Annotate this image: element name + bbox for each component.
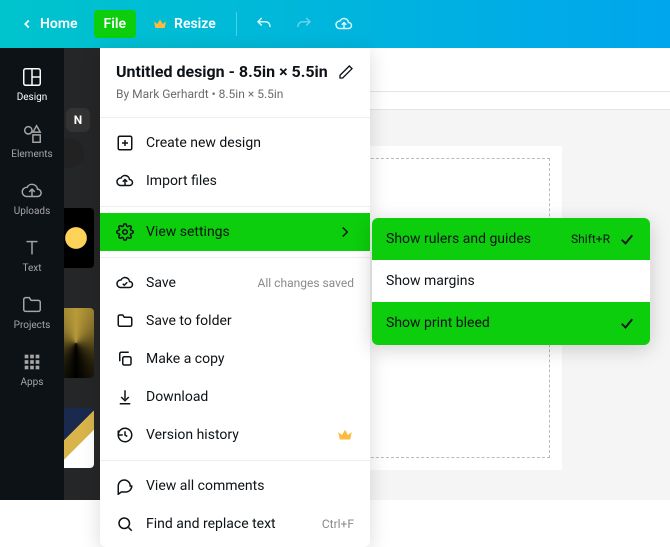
keyboard-shortcut: Ctrl+F [322,517,354,531]
rail-text[interactable]: Text [0,227,64,284]
home-label: Home [40,16,78,32]
cloud-icon [335,15,353,33]
comment-icon [116,477,134,495]
menu-label: Create new design [146,135,261,151]
thumb[interactable] [64,408,94,468]
pencil-icon[interactable] [338,64,354,80]
rail-label: Design [17,92,48,103]
menu-download[interactable]: Download [100,378,370,416]
menu-view-settings[interactable]: View settings [100,213,370,251]
rail-uploads[interactable]: Uploads [0,170,64,227]
menu-label: View all comments [146,478,264,494]
rail-design[interactable]: Design [0,56,64,113]
cloud-upload-icon [21,180,43,202]
rail-label: Elements [11,149,52,160]
menu-save[interactable]: Save All changes saved [100,264,370,302]
design-subtitle: By Mark Gerhardt • 8.5in × 5.5in [116,87,354,101]
thumb[interactable] [64,308,94,378]
redo-button[interactable] [287,9,321,39]
menu-make-copy[interactable]: Make a copy [100,340,370,378]
submenu-label: Show print bleed [386,314,618,332]
menu-label: Save [146,275,176,291]
undo-icon [255,15,273,33]
undo-button[interactable] [247,9,281,39]
topbar: Home File Resize [0,0,670,48]
home-button[interactable]: Home [10,10,88,38]
grid-icon [21,351,43,373]
file-menu: Untitled design - 8.5in × 5.5in By Mark … [100,48,370,547]
menu-save-folder[interactable]: Save to folder [100,302,370,340]
menu-create-new[interactable]: Create new design [100,124,370,162]
templates-panel: N [64,48,100,500]
folder-icon [116,312,134,330]
thumb[interactable]: N [66,108,90,132]
menu-label: View settings [146,224,230,240]
resize-button[interactable]: Resize [142,10,226,38]
file-menu-header: Untitled design - 8.5in × 5.5in By Mark … [100,48,370,111]
history-icon [116,426,134,444]
gear-icon [116,223,134,241]
chevron-right-icon [336,223,354,241]
menu-label: Find and replace text [146,516,276,532]
menu-import[interactable]: Import files [100,162,370,200]
check-icon [618,230,636,248]
rail-apps[interactable]: Apps [0,341,64,398]
submenu-label: Show rulers and guides [386,230,571,248]
chevron-left-icon [20,17,34,31]
separator [100,206,370,207]
rail-projects[interactable]: Projects [0,284,64,341]
rail-label: Uploads [14,206,50,217]
rail-elements[interactable]: Elements [0,113,64,170]
plus-square-icon [116,134,134,152]
shapes-icon [21,123,43,145]
copy-icon [116,350,134,368]
resize-label: Resize [174,16,216,32]
redo-icon [295,15,313,33]
separator [100,460,370,461]
menu-version-history[interactable]: Version history [100,416,370,454]
menu-label: Make a copy [146,351,225,367]
separator [100,257,370,258]
thumb[interactable] [64,208,94,268]
separator [100,117,370,118]
layout-icon [21,66,43,88]
submenu-label: Show margins [386,272,636,290]
keyboard-shortcut: Shift+R [571,232,610,246]
rail-label: Text [22,263,41,274]
menu-label: Import files [146,173,217,189]
divider [236,12,237,36]
menu-label: Version history [146,427,239,443]
submenu-show-bleed[interactable]: Show print bleed [372,302,650,344]
crown-icon [336,426,354,444]
thumb[interactable] [64,138,84,168]
check-icon [618,314,636,332]
design-title: Untitled design - 8.5in × 5.5in [116,62,330,81]
menu-label: Save to folder [146,313,232,329]
cloud-check-icon [116,274,134,292]
menu-find-replace[interactable]: Find and replace text Ctrl+F [100,505,370,543]
menu-view-comments[interactable]: View all comments [100,467,370,505]
cloud-upload-icon [116,172,134,190]
file-label: File [104,16,127,32]
submenu-show-rulers[interactable]: Show rulers and guides Shift+R [372,218,650,260]
search-icon [116,515,134,533]
cloud-sync-button[interactable] [327,9,361,39]
submenu-show-margins[interactable]: Show margins [372,260,650,302]
download-icon [116,388,134,406]
rail-label: Apps [21,377,44,388]
file-button[interactable]: File [94,10,137,38]
folder-icon [21,294,43,316]
save-status: All changes saved [258,276,354,290]
text-icon [21,237,43,259]
side-rail: Design Elements Uploads Text Projects Ap… [0,48,64,500]
rail-label: Projects [14,320,51,331]
crown-icon [152,16,168,32]
menu-label: Download [146,389,208,405]
view-settings-submenu: Show rulers and guides Shift+R Show marg… [372,218,650,345]
